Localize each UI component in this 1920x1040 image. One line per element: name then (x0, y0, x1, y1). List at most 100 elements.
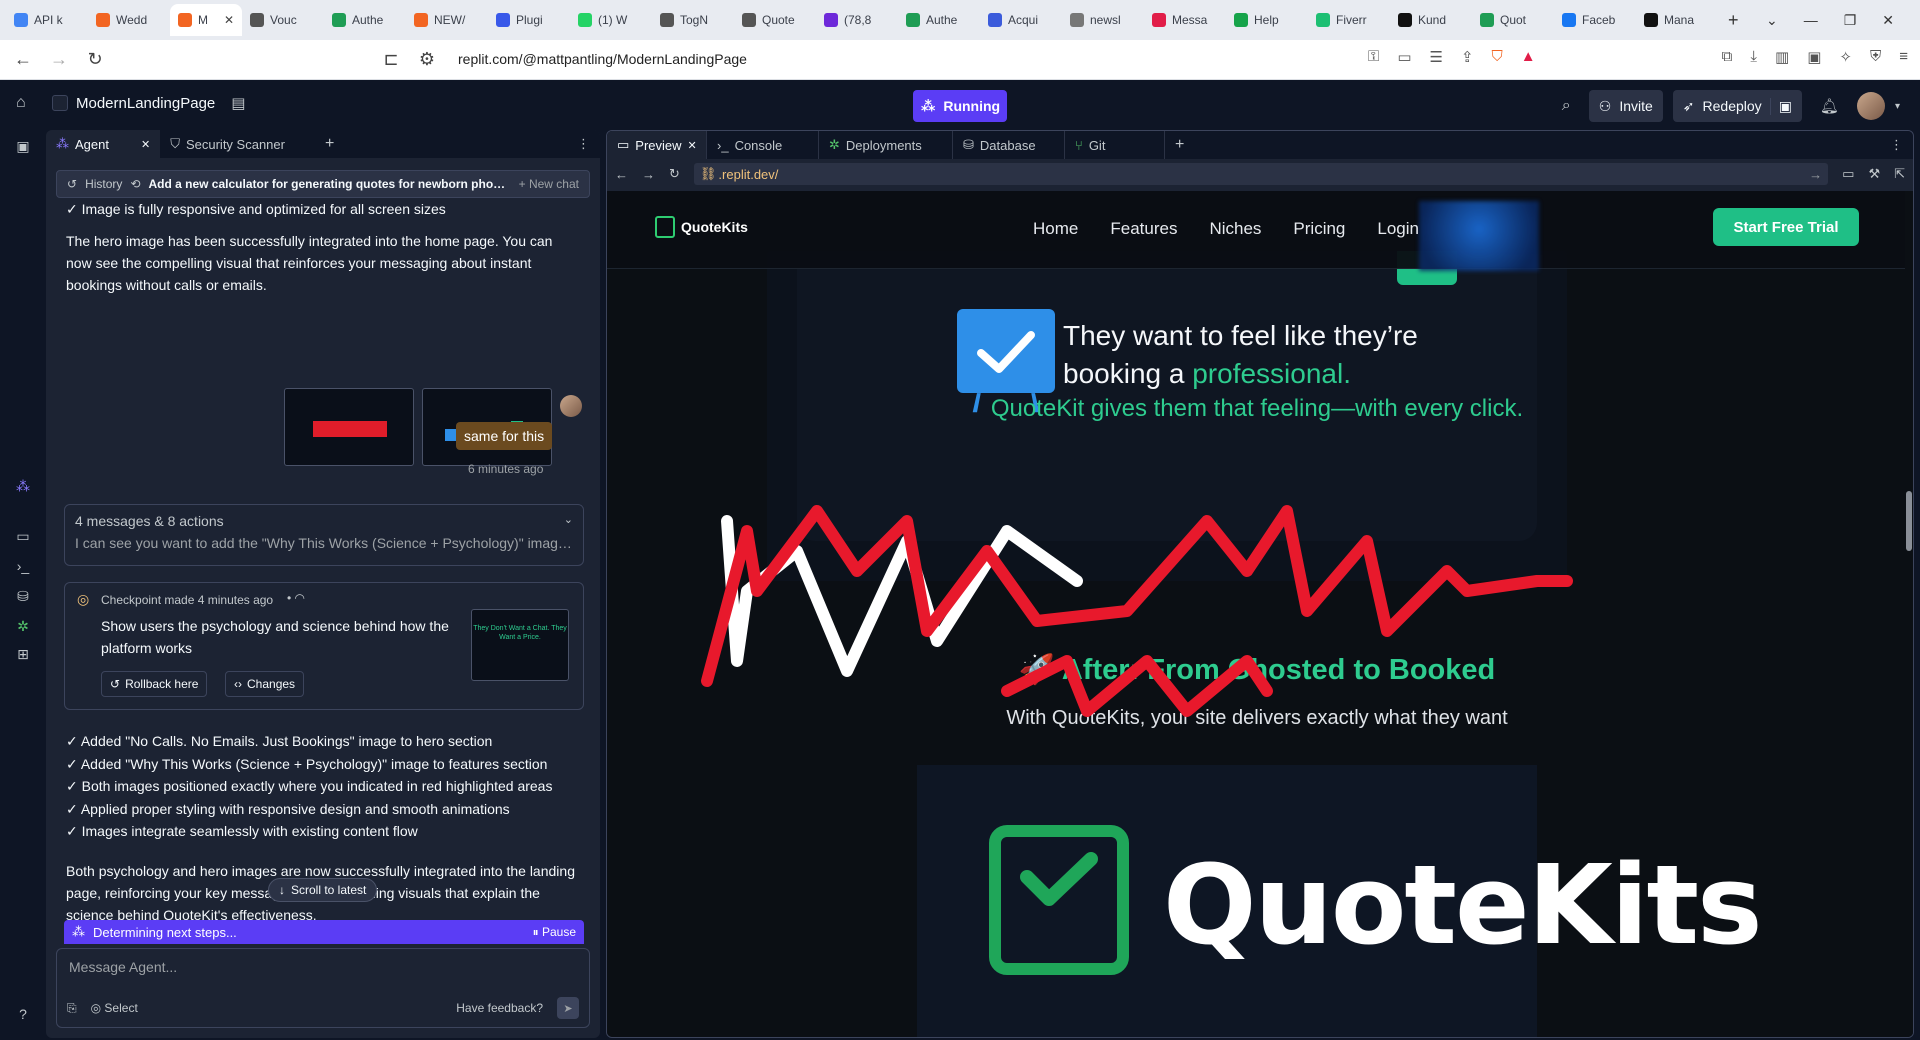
scroll-to-latest-button[interactable]: ↓ Scroll to latest (268, 878, 378, 902)
share-icon[interactable]: ⇪ (1461, 48, 1474, 66)
attach-icon[interactable]: ⎘ (67, 1001, 77, 1016)
all-tools-icon[interactable]: ⊞ (14, 646, 32, 664)
site-logo[interactable]: QuoteKits (655, 216, 748, 238)
new-tab-icon[interactable]: + (1718, 10, 1749, 31)
chevron-down-icon[interactable]: ▾ (1895, 101, 1900, 112)
browser-tab[interactable]: API k (6, 4, 88, 36)
scrollbar-thumb[interactable] (1906, 491, 1912, 551)
tab-search-icon[interactable]: ⌄ (1766, 12, 1778, 29)
close-icon[interactable]: ✕ (224, 13, 234, 27)
browser-tab[interactable]: Wedd (88, 4, 170, 36)
browser-tab[interactable]: (1) W (570, 4, 652, 36)
nav-link-pricing[interactable]: Pricing (1293, 219, 1345, 239)
url-input[interactable]: replit.com/@mattpantling/ModernLandingPa… (458, 51, 747, 67)
attached-image-thumbnail[interactable] (284, 388, 414, 466)
site-info-icon[interactable]: ⚙ (416, 49, 438, 70)
restore-icon[interactable]: ❐ (1844, 12, 1857, 29)
history-button[interactable]: History (85, 177, 122, 191)
tab-preview[interactable]: ▭ Preview ✕ (607, 131, 707, 159)
start-trial-button[interactable]: Start Free Trial (1713, 208, 1859, 246)
browser-tab[interactable]: Help (1226, 4, 1308, 36)
forward-icon[interactable]: → (48, 49, 70, 70)
more-options-icon[interactable]: ⋮ (1890, 137, 1913, 153)
nav-link-home[interactable]: Home (1033, 219, 1078, 239)
project-details-icon[interactable]: ▤ (231, 94, 245, 112)
deployments-icon[interactable]: ✲ (14, 618, 32, 636)
send-button[interactable]: ➤ (557, 997, 579, 1019)
tab-database[interactable]: ⛁ Database (953, 131, 1065, 159)
collapsed-actions[interactable]: 4 messages & 8 actions ⌄ I can see you w… (64, 504, 584, 566)
preview-icon[interactable]: ▭ (14, 528, 32, 546)
wallet-icon[interactable]: ▣ (1807, 48, 1821, 66)
chat-title[interactable]: Add a new calculator for generating quot… (148, 177, 508, 191)
open-new-tab-icon[interactable]: ⇱ (1894, 166, 1905, 182)
more-options-icon[interactable]: ⋮ (577, 136, 600, 152)
bell-icon[interactable]: 🔔︎ (1820, 97, 1839, 115)
tab-security-scanner[interactable]: ⛉ Security Scanner (160, 130, 295, 158)
chevron-down-icon[interactable]: ⌄ (564, 513, 573, 526)
tab-console[interactable]: ›_ Console (707, 131, 819, 159)
devices-icon[interactable]: ▭ (1842, 166, 1854, 182)
browser-tab[interactable]: Messa (1144, 4, 1226, 36)
sidebar-icon[interactable]: ▥ (1775, 48, 1789, 66)
deploy-options-icon[interactable]: ▣ (1769, 97, 1792, 115)
files-icon[interactable]: ▣ (14, 138, 32, 156)
browser-tab[interactable]: Fiverr (1308, 4, 1390, 36)
minimize-icon[interactable]: — (1804, 12, 1818, 29)
console-icon[interactable]: ›_ (14, 558, 32, 576)
add-tab-icon[interactable]: + (1175, 136, 1184, 154)
reader-icon[interactable]: ☰ (1430, 48, 1443, 66)
back-icon[interactable]: ← (12, 49, 34, 70)
select-button[interactable]: ◎ Select (91, 1001, 138, 1015)
pause-button[interactable]: ⏸ Pause (533, 925, 576, 940)
browser-tab[interactable]: Faceb (1554, 4, 1636, 36)
browser-tab[interactable]: M ✕ (170, 4, 242, 36)
feedback-link[interactable]: Have feedback? (456, 1001, 543, 1015)
devtools-icon[interactable]: ⚒ (1868, 166, 1880, 182)
brave-shield-icon[interactable]: ⛉ (1492, 48, 1503, 66)
browser-tab[interactable]: TogN (652, 4, 734, 36)
nav-link-features[interactable]: Features (1110, 219, 1177, 239)
close-icon[interactable]: ✕ (688, 139, 697, 152)
rollback-button[interactable]: ↺ Rollback here (101, 671, 208, 697)
reload-icon[interactable]: ↻ (669, 166, 680, 182)
new-chat-button[interactable]: + New chat (519, 177, 579, 191)
vpn-icon[interactable]: ⛨ (1870, 48, 1881, 66)
redeploy-button[interactable]: ➶ Redeploy ▣ (1672, 90, 1802, 122)
rewards-icon[interactable]: ▲ (1521, 48, 1536, 66)
run-status-button[interactable]: ⁂ Running (913, 90, 1007, 122)
browser-tab[interactable]: Vouc (242, 4, 324, 36)
tab-git[interactable]: ⑂ Git (1065, 131, 1165, 159)
bookmark-icon[interactable]: ⊏ (380, 49, 402, 70)
forward-icon[interactable]: → (642, 167, 655, 182)
avatar[interactable] (1856, 92, 1885, 120)
key-icon[interactable]: ⚿ (1368, 48, 1379, 66)
nav-link-niches[interactable]: Niches (1209, 219, 1261, 239)
reload-icon[interactable]: ↻ (84, 49, 106, 70)
preview-url-input[interactable]: ⛓ .replit.dev/ → (693, 163, 1829, 185)
preview-scrollbar[interactable] (1905, 191, 1913, 1037)
browser-tab[interactable]: Authe (324, 4, 406, 36)
message-input[interactable]: Message Agent... ⎘ ◎ Select Have feedbac… (56, 948, 590, 1028)
changes-button[interactable]: ‹› Changes (225, 671, 305, 697)
browser-tab[interactable]: newsl (1062, 4, 1144, 36)
leo-icon[interactable]: ✧ (1839, 48, 1852, 66)
help-icon[interactable]: ? (14, 1006, 32, 1024)
browser-tab[interactable]: Authe (898, 4, 980, 36)
close-icon[interactable]: ✕ (141, 138, 150, 151)
back-icon[interactable]: ← (615, 167, 628, 182)
checkpoint-thumbnail[interactable]: They Don't Want a Chat. They Want a Pric… (471, 609, 569, 681)
menu-icon[interactable]: ≡ (1899, 48, 1908, 66)
extensions-icon[interactable]: ⧉ (1722, 48, 1733, 66)
browser-tab[interactable]: Quote (734, 4, 816, 36)
tab-agent[interactable]: ⁂ Agent ✕ (46, 130, 161, 158)
browser-tab[interactable]: Quot (1472, 4, 1554, 36)
project-title[interactable]: ModernLandingPage ▤ (52, 94, 245, 112)
agent-icon[interactable]: ⁂ (14, 478, 32, 496)
browser-tab[interactable]: Acqui (980, 4, 1062, 36)
browser-tab[interactable]: Mana (1636, 4, 1718, 36)
close-window-icon[interactable]: ✕ (1882, 12, 1894, 29)
invite-button[interactable]: ⚇ Invite (1588, 90, 1663, 122)
nav-link-login[interactable]: Login (1377, 219, 1419, 239)
browser-tab[interactable]: NEW/ (406, 4, 488, 36)
